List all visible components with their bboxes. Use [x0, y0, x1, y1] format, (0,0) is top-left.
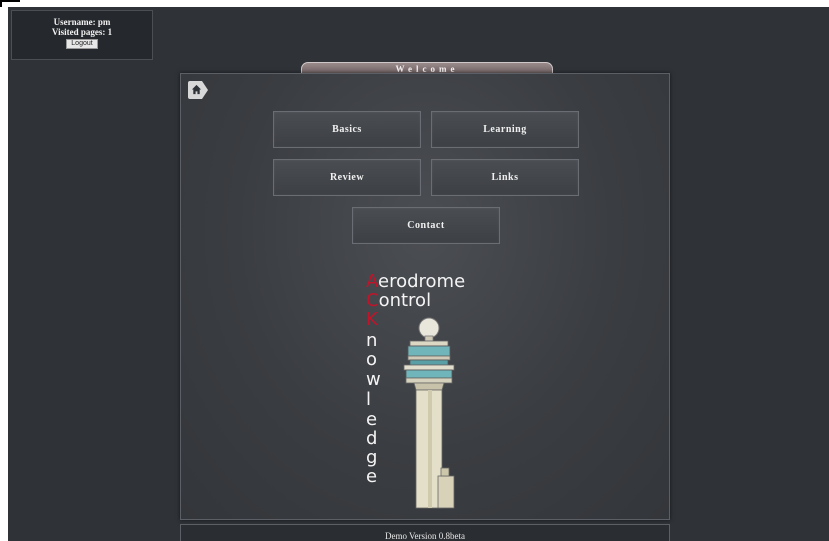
- logo-initial-a: A: [366, 271, 378, 292]
- page-top-border: [0, 0, 829, 7]
- logo-letter: e: [366, 409, 378, 430]
- page-left-border: [0, 0, 8, 541]
- logo-letter: e: [366, 466, 378, 487]
- logo-line-aerodrome: Aerodrome: [366, 273, 465, 291]
- review-button[interactable]: Review: [273, 159, 421, 196]
- logo-letter: l: [366, 389, 372, 410]
- logo-word-aerodrome: erodrome: [378, 271, 466, 292]
- version-footer: Demo Version 0.8beta: [180, 524, 670, 541]
- main-panel: Basics Learning Review Links Contact Aer…: [180, 73, 670, 520]
- ack-logo: Aerodrome Control K n o w l e d g e: [366, 271, 506, 516]
- username-label: Username: pm: [53, 17, 111, 27]
- learning-button[interactable]: Learning: [431, 111, 579, 148]
- app-viewport: Username: pm Visited pages: 1 Logout Wel…: [8, 7, 829, 541]
- home-icon[interactable]: [188, 81, 208, 99]
- basics-button[interactable]: Basics: [273, 111, 421, 148]
- logo-line-control: Control: [366, 292, 431, 310]
- logo-letter: w: [366, 369, 381, 390]
- logo-letter: n: [366, 330, 378, 351]
- logo-word-control: ontrol: [378, 290, 432, 311]
- logo-initial-c: C: [366, 290, 379, 311]
- home-glyph: [191, 84, 202, 95]
- control-tower-icon: [403, 317, 455, 509]
- contact-button[interactable]: Contact: [352, 207, 500, 244]
- visited-pages-label: Visited pages: 1: [51, 27, 113, 37]
- links-button[interactable]: Links: [431, 159, 579, 196]
- logo-letter: o: [366, 349, 378, 370]
- logo-initial-k: K: [366, 309, 378, 330]
- logout-button[interactable]: Logout: [66, 39, 98, 49]
- corner-mark: [0, 0, 20, 7]
- user-info-box: Username: pm Visited pages: 1 Logout: [11, 10, 153, 60]
- logo-letter: g: [366, 447, 378, 468]
- logo-letter: d: [366, 428, 378, 449]
